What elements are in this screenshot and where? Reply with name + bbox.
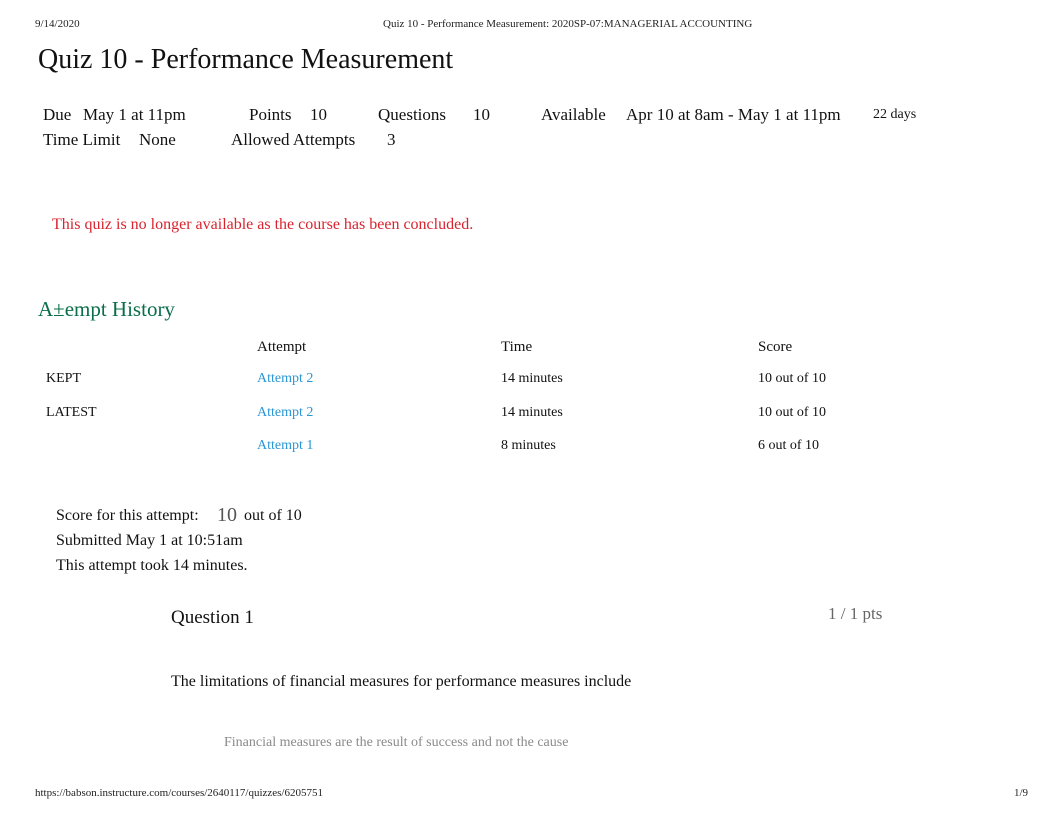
print-page-number: 1/9 (1014, 787, 1029, 799)
print-url: https://babson.instructure.com/courses/2… (35, 787, 323, 799)
attempt-time: 8 minutes (501, 438, 556, 453)
points-value: 10 (310, 105, 327, 124)
available-value: Apr 10 at 8am - May 1 at 11pm (626, 105, 841, 124)
attempt-score: 6 out of 10 (758, 438, 820, 453)
submitted-time: Submitted May 1 at 10:51am (56, 532, 243, 549)
attempt-time: 14 minutes (501, 405, 563, 420)
attempt-link[interactable]: Attempt 1 (257, 438, 313, 454)
allowed-attempts-label: Allowed Attempts (231, 130, 356, 149)
time-limit-value: None (139, 130, 176, 149)
due-value: May 1 at 11pm (83, 105, 186, 124)
page-title: Quiz 10 - Performance Measurement (38, 44, 454, 75)
question-text: The limitations of financial measures fo… (171, 673, 632, 690)
available-label: Available (541, 105, 606, 124)
course-concluded-notice: This quiz is no longer available as the … (52, 216, 474, 233)
attempt-history-heading: A±empt History (38, 297, 175, 321)
attempt-score: 10 out of 10 (758, 371, 827, 386)
time-limit-label: Time Limit (43, 130, 121, 149)
attempt-link[interactable]: Attempt 2 (257, 371, 313, 387)
allowed-attempts-value: 3 (387, 130, 396, 149)
attempt-duration: This attempt took 14 minutes. (56, 557, 248, 574)
score-suffix: out of 10 (244, 507, 302, 524)
answer-option: Financial measures are the result of suc… (224, 735, 569, 750)
column-header-time: Time (501, 339, 533, 355)
row-tag: LATEST (46, 405, 97, 420)
questions-value: 10 (473, 105, 490, 124)
question-points: 1 / 1 pts (828, 604, 883, 623)
question-title: Question 1 (171, 607, 254, 628)
print-doc-title: Quiz 10 - Performance Measurement: 2020S… (383, 18, 753, 30)
column-header-attempt: Attempt (257, 339, 307, 355)
column-header-score: Score (758, 339, 793, 355)
score-label: Score for this attempt: (56, 507, 199, 524)
questions-label: Questions (378, 105, 446, 124)
print-date: 9/14/2020 (35, 18, 80, 30)
available-duration: 22 days (873, 107, 917, 122)
attempt-score: 10 out of 10 (758, 405, 827, 420)
attempt-link[interactable]: Attempt 2 (257, 405, 313, 421)
points-label: Points (249, 105, 292, 124)
row-tag: KEPT (46, 371, 81, 386)
score-value: 10 (217, 504, 237, 526)
attempt-time: 14 minutes (501, 371, 563, 386)
due-label: Due (43, 105, 72, 124)
